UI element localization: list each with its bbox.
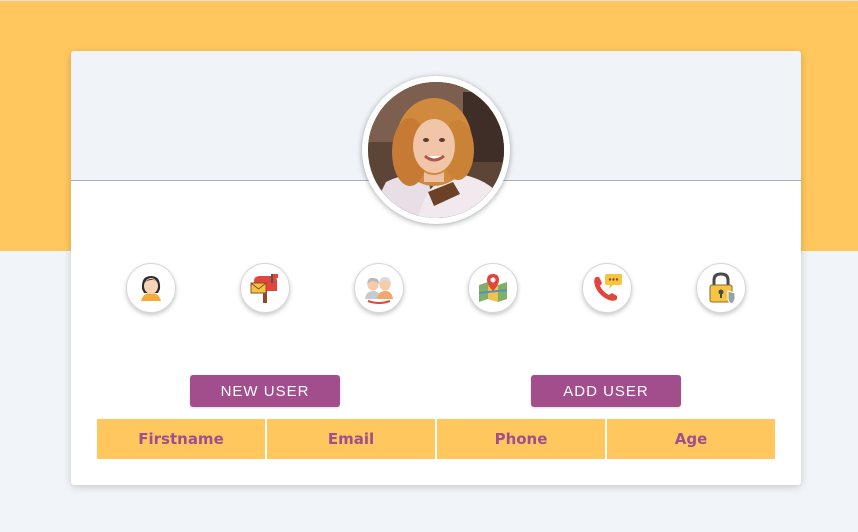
phone-chat-icon[interactable] — [582, 263, 632, 313]
column-header-age[interactable]: Age — [607, 419, 775, 459]
elderly-couple-icon[interactable] — [354, 263, 404, 313]
column-header-firstname[interactable]: Firstname — [97, 419, 267, 459]
column-header-phone[interactable]: Phone — [437, 419, 607, 459]
add-user-button[interactable]: ADD USER — [531, 375, 681, 407]
user-card: NEW USER ADD USER Firstname Email Phone … — [71, 51, 801, 485]
profile-avatar-frame — [362, 76, 510, 224]
profile-photo — [368, 82, 504, 218]
column-header-email[interactable]: Email — [267, 419, 437, 459]
new-user-button[interactable]: NEW USER — [190, 375, 340, 407]
padlock-shield-icon[interactable] — [696, 263, 746, 313]
user-avatar-icon[interactable] — [126, 263, 176, 313]
icon-actions-row — [71, 263, 801, 313]
mailbox-icon[interactable] — [240, 263, 290, 313]
users-table-header: Firstname Email Phone Age — [97, 419, 775, 459]
map-location-icon[interactable] — [468, 263, 518, 313]
